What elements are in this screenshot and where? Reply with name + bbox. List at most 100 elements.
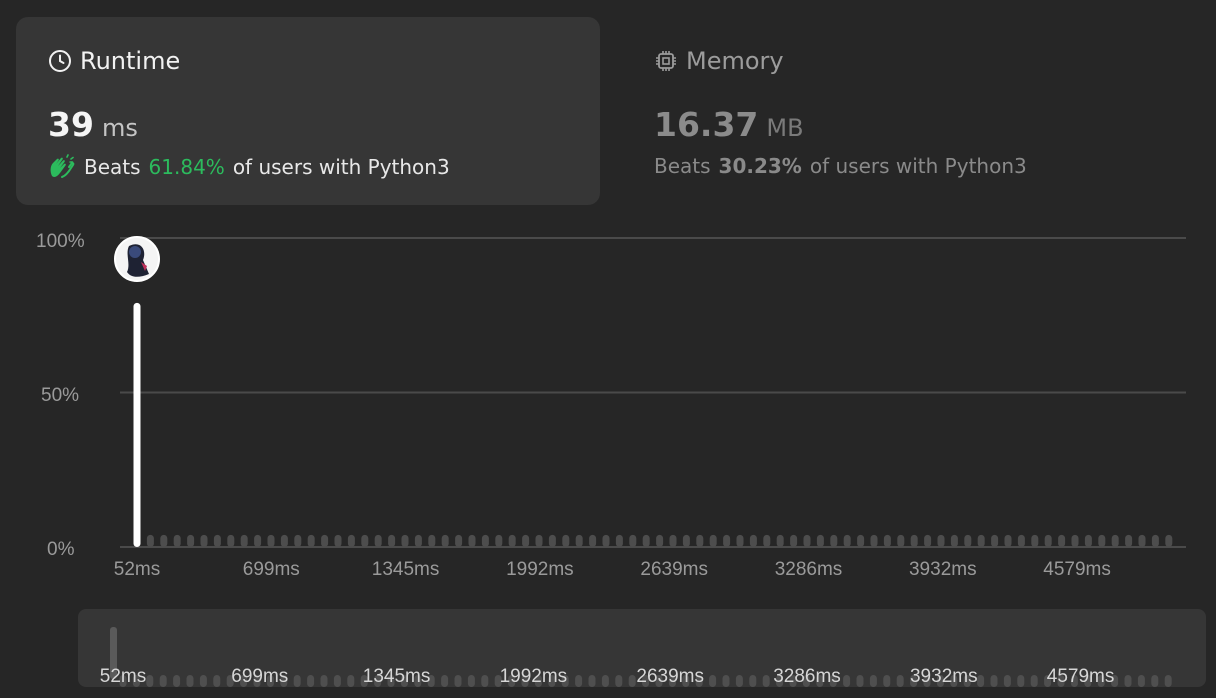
distribution-bar[interactable] (428, 534, 436, 547)
distribution-bar[interactable] (843, 534, 851, 547)
distribution-bar[interactable] (1165, 534, 1173, 547)
distribution-bar[interactable] (950, 534, 958, 547)
distribution-bar[interactable] (227, 534, 235, 547)
distribution-bar[interactable] (656, 534, 664, 547)
distribution-bar[interactable] (749, 534, 757, 547)
x-tick-label: 3286ms (774, 559, 843, 580)
distribution-bar[interactable] (495, 534, 503, 547)
distribution-bar[interactable] (146, 534, 154, 547)
distribution-bar[interactable] (803, 534, 811, 547)
distribution-bar[interactable] (548, 534, 556, 547)
distribution-bar[interactable] (522, 534, 530, 547)
distribution-bar[interactable] (883, 534, 891, 547)
memory-card[interactable]: Memory 16.37 MB Beats 30.23% of users wi… (622, 17, 1202, 205)
distribution-bar[interactable] (589, 534, 597, 547)
navigator-bar (869, 675, 877, 687)
distribution-bar[interactable] (361, 534, 369, 547)
navigator-bar (883, 675, 891, 687)
distribution-bar[interactable] (1138, 534, 1146, 547)
distribution-bar[interactable] (1098, 534, 1106, 547)
distribution-bar[interactable] (321, 534, 329, 547)
navigator-bar (173, 675, 181, 687)
distribution-bar[interactable] (910, 534, 918, 547)
distribution-bar[interactable] (602, 534, 610, 547)
distribution-bar[interactable] (468, 534, 476, 547)
distribution-bar[interactable] (723, 534, 731, 547)
runtime-beats-suffix: of users with Python3 (232, 155, 450, 179)
distribution-bar[interactable] (1151, 534, 1159, 547)
distribution-bar[interactable] (1044, 534, 1052, 547)
distribution-bar[interactable] (267, 534, 275, 547)
distribution-bar[interactable] (280, 534, 288, 547)
distribution-bar[interactable] (1031, 534, 1039, 547)
distribution-bar[interactable] (615, 534, 623, 547)
distribution-bar[interactable] (213, 534, 221, 547)
distribution-bar[interactable] (1084, 534, 1092, 547)
distribution-bar[interactable] (200, 534, 208, 547)
memory-value: 16.37 (654, 105, 759, 144)
navigator-bar (1030, 675, 1038, 687)
distribution-bar[interactable] (1058, 534, 1066, 547)
distribution-bar[interactable] (1071, 534, 1079, 547)
distribution-bar[interactable] (535, 534, 543, 547)
distribution-bar[interactable] (830, 534, 838, 547)
distribution-bar[interactable] (870, 534, 878, 547)
distribution-bar[interactable] (401, 534, 409, 547)
distribution-bar[interactable] (669, 534, 677, 547)
distribution-bar[interactable] (240, 534, 248, 547)
distribution-bar[interactable] (924, 534, 932, 547)
distribution-bar[interactable] (857, 534, 865, 547)
distribution-bar[interactable] (307, 534, 315, 547)
distribution-bar[interactable] (776, 534, 784, 547)
x-tick-label: 4579ms (1043, 559, 1111, 580)
distribution-bar[interactable] (160, 534, 168, 547)
distribution-bar[interactable] (388, 534, 396, 547)
memory-beats-suffix: of users with Python3 (809, 154, 1027, 178)
highlight-bar[interactable] (133, 302, 141, 547)
distribution-bar[interactable] (696, 534, 704, 547)
distribution-bar[interactable] (790, 534, 798, 547)
navigator-bar (1137, 675, 1145, 687)
distribution-bar[interactable] (736, 534, 744, 547)
distribution-bar[interactable] (897, 534, 905, 547)
distribution-bar[interactable] (334, 534, 342, 547)
distribution-bar[interactable] (977, 534, 985, 547)
distribution-bar[interactable] (187, 534, 195, 547)
distribution-bar[interactable] (763, 534, 771, 547)
runtime-card[interactable]: Runtime 39 ms Beats 61.84% of users with… (16, 17, 600, 205)
distribution-bar[interactable] (709, 534, 717, 547)
distribution-bar[interactable] (991, 534, 999, 547)
distribution-bar[interactable] (481, 534, 489, 547)
navigator-bar (1164, 675, 1172, 687)
distribution-bar[interactable] (1111, 534, 1119, 547)
distribution-bar[interactable] (294, 534, 302, 547)
memory-title: Memory (686, 47, 784, 75)
distribution-bar[interactable] (441, 534, 449, 547)
distribution-bar[interactable] (1004, 534, 1012, 547)
distribution-bar[interactable] (964, 534, 972, 547)
distribution-bar[interactable] (937, 534, 945, 547)
distribution-bar[interactable] (682, 534, 690, 547)
distribution-bar[interactable] (642, 534, 650, 547)
distribution-bar[interactable] (455, 534, 463, 547)
distribution-bar[interactable] (629, 534, 637, 547)
navigator-bar (467, 675, 475, 687)
distribution-bar[interactable] (374, 534, 382, 547)
navigator-bar (749, 675, 757, 687)
distribution-bar[interactable] (575, 534, 583, 547)
navigator-bar (454, 675, 462, 687)
distribution-bar[interactable] (173, 534, 181, 547)
x-tick-label: 699ms (242, 559, 300, 580)
distribution-bar[interactable] (414, 534, 422, 547)
distribution-bar[interactable] (254, 534, 262, 547)
distribution-bar[interactable] (562, 534, 570, 547)
memory-unit: MB (766, 114, 804, 142)
distribution-bar[interactable] (1017, 534, 1025, 547)
range-navigator[interactable]: 52ms 699ms 1345ms 1992ms 2639ms 3286ms 3932ms 4… (78, 609, 1206, 687)
distribution-bar[interactable] (347, 534, 355, 547)
navigator-bar (722, 675, 730, 687)
distribution-bar[interactable] (1125, 534, 1133, 547)
navigator-bar (146, 675, 154, 687)
distribution-bar[interactable] (816, 534, 824, 547)
distribution-bar[interactable] (508, 534, 516, 547)
